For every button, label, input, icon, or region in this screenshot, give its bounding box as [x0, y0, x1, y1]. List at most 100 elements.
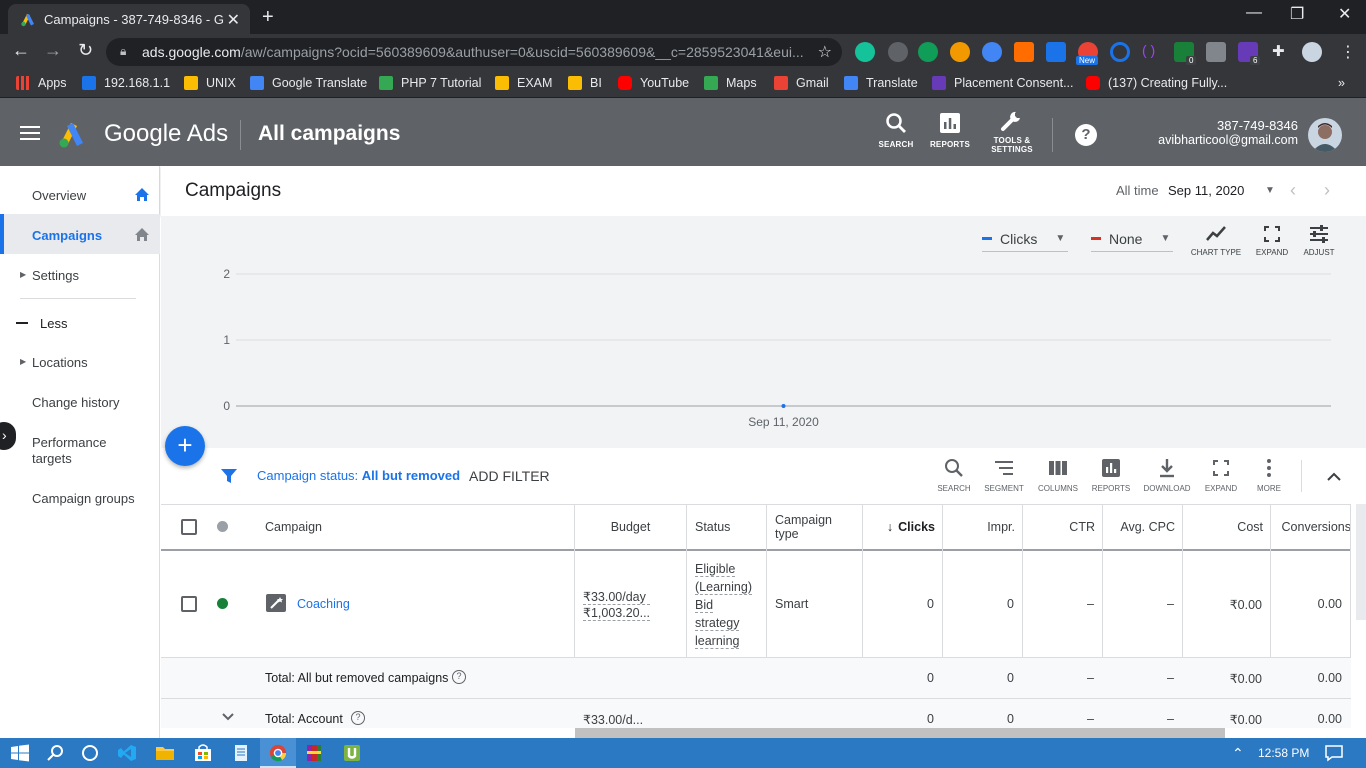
bookmark-bi[interactable]: BI [568, 76, 602, 90]
wave-extension-icon[interactable] [1014, 42, 1034, 62]
new-tab-icon[interactable]: + [262, 6, 274, 29]
ring-extension-icon[interactable] [1110, 42, 1130, 62]
sidebar-item-less[interactable]: Less [40, 316, 67, 331]
product-name[interactable]: Google Ads [104, 120, 228, 148]
help-icon[interactable]: ? [1075, 124, 1097, 146]
header-tools-button[interactable]: TOOLS & SETTINGS [982, 110, 1042, 154]
segment-button[interactable]: SEGMENT [979, 458, 1029, 493]
add-filter-button[interactable]: ADD FILTER [469, 468, 550, 484]
tray-chevron-up-icon[interactable]: ⌃ [1232, 745, 1244, 762]
forward-icon[interactable]: → [44, 40, 62, 61]
filter-icon[interactable] [220, 467, 238, 485]
bookmark-google-translate[interactable]: Google Translate [250, 76, 367, 90]
restore-icon[interactable]: ❐ [1290, 4, 1304, 24]
help-icon[interactable]: ? [452, 670, 466, 684]
table-reports-button[interactable]: REPORTS [1086, 458, 1136, 493]
sidebar-item-campaign-groups[interactable]: Campaign groups [32, 491, 135, 506]
budget-cell[interactable]: ₹33.00/day ₹1,003.20... [583, 589, 651, 621]
notifications-icon[interactable] [1324, 744, 1344, 762]
bookmark-translate[interactable]: Translate [844, 76, 918, 90]
windows-start-icon[interactable] [10, 744, 30, 762]
sidebar-item-overview[interactable]: Overview [32, 188, 86, 203]
columns-button[interactable]: COLUMNS [1033, 458, 1083, 493]
date-range-label[interactable]: All time [1116, 183, 1159, 198]
bookmark-placement[interactable]: Placement Consent... [932, 76, 1074, 90]
bookmark-unix[interactable]: UNIX [184, 76, 236, 90]
col-header-clicks[interactable]: ↓ Clicks [863, 504, 935, 550]
date-value[interactable]: Sep 11, 2020 [1168, 183, 1244, 198]
puzzle-icon[interactable]: ✚ [1272, 42, 1285, 60]
back-icon[interactable]: ← [12, 40, 30, 61]
header-reports-button[interactable]: REPORTS [920, 112, 980, 149]
col-header-ctr[interactable]: CTR [1023, 504, 1095, 550]
extension-icon[interactable] [888, 42, 908, 62]
date-dropdown-icon[interactable]: ▼ [1265, 185, 1275, 196]
reload-icon[interactable]: ↻ [78, 40, 93, 61]
owl-extension-icon[interactable] [982, 42, 1002, 62]
add-campaign-button[interactable]: + [165, 426, 205, 466]
col-header-impr[interactable]: Impr. [943, 504, 1015, 550]
bookmark-youtube[interactable]: YouTube [618, 76, 689, 90]
expand-triangle-icon[interactable]: ▶ [20, 357, 26, 366]
page-title[interactable]: All campaigns [258, 122, 400, 146]
campaign-status-filter[interactable]: Campaign status: All but removed [257, 468, 460, 483]
bookmark-star-icon[interactable]: ☆ [818, 42, 832, 62]
utorrent-icon[interactable] [342, 744, 362, 762]
alert-extension-icon[interactable] [950, 42, 970, 62]
table-expand-button[interactable]: EXPAND [1196, 458, 1246, 493]
bookmark-exam[interactable]: EXAM [495, 76, 552, 90]
expand-triangle-icon[interactable]: ▶ [20, 270, 26, 279]
status-enabled-dot[interactable] [217, 598, 228, 609]
file-explorer-icon[interactable] [155, 744, 175, 762]
bookmark-gmail[interactable]: Gmail [774, 76, 829, 90]
download-button[interactable]: DOWNLOAD [1142, 458, 1192, 493]
col-header-budget[interactable]: Budget [575, 504, 686, 550]
bookmarks-overflow-icon[interactable]: » [1338, 76, 1345, 90]
tab-close-icon[interactable]: ✕ [227, 10, 240, 30]
chart-type-button[interactable]: CHART TYPE [1188, 224, 1244, 257]
bookmark-maps[interactable]: Maps [704, 76, 757, 90]
account-id[interactable]: 387-749-8346 [1217, 118, 1298, 133]
browser-tab-active[interactable]: Campaigns - 387-749-8346 - Goo ✕ [8, 4, 250, 34]
cortana-icon[interactable] [80, 744, 100, 762]
chevron-right-icon[interactable]: › [1324, 180, 1330, 201]
vertical-scrollbar[interactable] [1356, 504, 1366, 620]
more-button[interactable]: MORE [1244, 458, 1294, 493]
help-icon[interactable]: ? [351, 711, 365, 725]
select-all-checkbox[interactable] [181, 519, 197, 535]
chevron-left-icon[interactable]: ‹ [1290, 180, 1296, 201]
address-bar[interactable]: 🔒︎ ads.google.com/aw/campaigns?ocid=5603… [106, 38, 842, 66]
sidebar-item-campaigns[interactable]: Campaigns [32, 228, 102, 243]
clock[interactable]: 12:58 PM [1258, 746, 1309, 760]
campaign-name-link[interactable]: Coaching [297, 597, 350, 611]
sidebar-item-locations[interactable]: Locations [32, 355, 88, 370]
sidebar-item-settings[interactable]: Settings [32, 268, 79, 283]
account-email[interactable]: avibharticool@gmail.com [1158, 133, 1298, 147]
bracket-extension-icon[interactable]: ( ) [1142, 42, 1155, 58]
col-header-campaign[interactable]: Campaign [265, 504, 565, 550]
cart-extension-icon[interactable] [918, 42, 938, 62]
status-cell[interactable]: Eligible (Learning) Bid strategy learnin… [695, 560, 752, 650]
profile-avatar[interactable] [1302, 42, 1322, 62]
chrome-icon[interactable] [268, 744, 288, 762]
horizontal-scrollbar[interactable] [575, 728, 1225, 738]
bookmark-apps[interactable]: Apps [16, 76, 67, 90]
window-close-icon[interactable]: ✕ [1338, 4, 1351, 24]
metric-selector-clicks[interactable]: Clicks ▼ [982, 226, 1068, 252]
winrar-icon[interactable] [304, 744, 324, 762]
chevron-down-icon[interactable] [221, 712, 235, 722]
game-extension-icon[interactable] [1046, 42, 1066, 62]
col-header-conversions[interactable]: Conversions [1271, 504, 1351, 550]
bookmark-php[interactable]: PHP 7 Tutorial [379, 76, 481, 90]
metric-selector-none[interactable]: None ▼ [1091, 226, 1173, 252]
search-icon[interactable] [46, 744, 66, 762]
grammarly-extension-icon[interactable] [855, 42, 875, 62]
f-extension-icon[interactable] [1206, 42, 1226, 62]
col-header-cost[interactable]: Cost [1183, 504, 1263, 550]
chart-adjust-button[interactable]: ADJUST [1291, 224, 1347, 257]
menu-icon[interactable] [20, 126, 40, 140]
bookmark-youtube-video[interactable]: (137) Creating Fully... [1086, 76, 1227, 90]
sidebar-item-change-history[interactable]: Change history [32, 395, 119, 410]
notepad-icon[interactable] [231, 744, 251, 762]
table-search-button[interactable]: SEARCH [929, 458, 979, 493]
